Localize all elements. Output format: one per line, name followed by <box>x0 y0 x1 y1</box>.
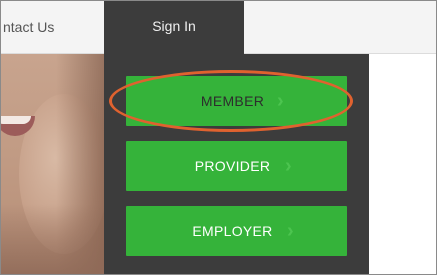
hero-photo <box>1 54 111 274</box>
screenshot-frame: ntact Us Sign In MEMBER › PROVIDER › EMP… <box>0 0 437 275</box>
provider-button-label: PROVIDER <box>194 158 271 174</box>
chevron-right-icon: › <box>285 155 292 177</box>
employer-button-label: EMPLOYER <box>192 223 273 239</box>
member-button-label: MEMBER <box>200 93 265 109</box>
nav-contact-us-link[interactable]: ntact Us <box>3 1 54 53</box>
sign-in-dropdown: MEMBER › PROVIDER › EMPLOYER › <box>104 54 369 274</box>
chevron-right-icon: › <box>277 90 284 112</box>
hero-face-teeth <box>1 116 31 124</box>
hero-face-chin <box>1 204 111 274</box>
provider-sign-in-button[interactable]: PROVIDER › <box>126 141 347 191</box>
member-sign-in-button[interactable]: MEMBER › <box>126 76 347 126</box>
top-nav-bar: ntact Us Sign In <box>1 1 436 54</box>
employer-sign-in-button[interactable]: EMPLOYER › <box>126 206 347 256</box>
nav-sign-in-tab[interactable]: Sign In <box>104 1 244 54</box>
chevron-right-icon: › <box>287 220 294 242</box>
